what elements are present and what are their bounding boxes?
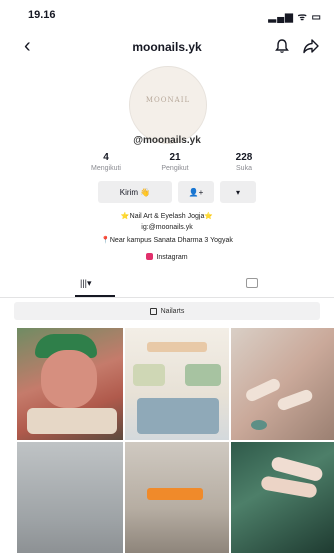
video-thumbnail[interactable] — [125, 328, 229, 440]
instagram-icon — [146, 253, 154, 260]
more-button[interactable]: ▾ — [220, 181, 256, 203]
profile-handle: @moonails.yk — [133, 135, 201, 146]
following-count[interactable]: 4 — [76, 152, 136, 163]
add-friend-button[interactable]: 👤+ — [178, 181, 214, 203]
playlist-label: Nailarts — [160, 307, 185, 315]
likes-label: Suka — [236, 165, 252, 172]
following-label: Mengikuti — [91, 165, 121, 172]
tab-videos-grid[interactable]: |||▾ — [80, 278, 92, 289]
playlist-icon — [149, 307, 157, 315]
avatar-logo-text: MOONAIL — [145, 96, 191, 104]
likes-count[interactable]: 228 — [214, 152, 274, 163]
repost-icon[interactable] — [246, 278, 258, 288]
avatar[interactable] — [129, 66, 207, 144]
instagram-label: Instagram — [156, 254, 188, 261]
divider — [0, 297, 334, 298]
followers-label: Pengikut — [161, 165, 189, 172]
bell-icon[interactable] — [274, 38, 290, 54]
playlist-button[interactable]: Nailarts — [14, 302, 320, 320]
status-icons: ▂▄▆ ᯤ ▭ — [268, 12, 322, 23]
share-icon[interactable] — [302, 38, 320, 54]
video-thumbnail[interactable] — [231, 328, 334, 440]
bio-line: 📍Near kampus Sanata Dharma 3 Yogyak — [101, 237, 233, 244]
video-thumbnail[interactable] — [17, 442, 123, 553]
video-thumbnail[interactable] — [231, 442, 334, 553]
message-button[interactable]: Kirim 👋 — [98, 181, 172, 203]
video-thumbnail[interactable] — [17, 328, 123, 440]
bio-line: ig:@moonails.yk — [141, 224, 193, 231]
status-time: 19.16 — [28, 9, 56, 21]
video-thumbnail[interactable] — [125, 442, 229, 553]
instagram-link[interactable]: Instagram — [0, 253, 334, 261]
followers-count[interactable]: 21 — [145, 152, 205, 163]
bio-line: ⭐Nail Art & Eyelash Jogja⭐ — [120, 213, 214, 220]
